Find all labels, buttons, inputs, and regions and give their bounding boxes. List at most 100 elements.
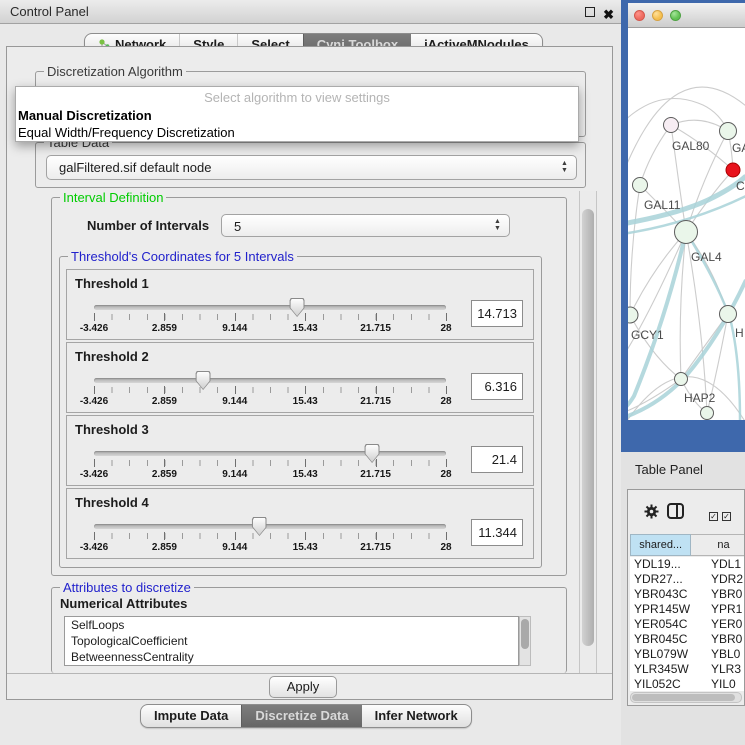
threshold-1-value[interactable]: 14.713 — [471, 300, 523, 327]
close-traffic-light-icon[interactable] — [634, 10, 645, 21]
panel-vertical-scrollbar[interactable] — [579, 191, 597, 673]
threshold-1-row: Threshold 1 -3.426 2.859 9.144 15.43 21.… — [66, 269, 534, 340]
tick-label: 28 — [440, 542, 451, 553]
numerical-attributes-list[interactable]: SelfLoops TopologicalCoefficient Between… — [64, 616, 519, 666]
table-row[interactable]: YBL079WYBL0 — [630, 647, 744, 662]
threshold-3-value[interactable]: 21.4 — [471, 446, 523, 473]
threshold-2-value[interactable]: 6.316 — [471, 373, 523, 400]
network-canvas[interactable]: GAL80 GA C GAL11 GAL4 GCY1 H HAP2 — [628, 28, 745, 420]
tick-label: 21.715 — [360, 542, 391, 553]
threshold-1-slider[interactable]: -3.426 2.859 9.144 15.43 21.715 28 — [94, 301, 446, 337]
node-label: GCY1 — [631, 328, 664, 342]
apply-button[interactable]: Apply — [269, 676, 337, 698]
network-graph: GAL80 GA C GAL11 GAL4 GCY1 H HAP2 — [628, 28, 745, 420]
thresholds-group-label: Threshold's Coordinates for 5 Intervals — [68, 249, 297, 264]
list-item[interactable]: SelfLoops — [65, 617, 518, 633]
tick-label: -3.426 — [80, 469, 108, 480]
list-item[interactable]: TopologicalCoefficient — [65, 633, 518, 649]
gear-icon[interactable] — [644, 504, 659, 519]
node-gal11[interactable] — [633, 178, 648, 193]
network-view-window: GAL80 GA C GAL11 GAL4 GCY1 H HAP2 — [621, 0, 745, 452]
interval-definition-label: Interval Definition — [60, 190, 166, 205]
tick-label: 15.43 — [293, 469, 318, 480]
table-data-group: Table Data galFiltered.sif default node … — [35, 142, 586, 188]
number-of-intervals-select[interactable]: 5 ▲▼ — [221, 214, 510, 237]
table-row[interactable]: YDR27...YDR2 — [630, 572, 744, 587]
table-row[interactable]: YBR045CYBR0 — [630, 632, 744, 647]
dropdown-placeholder-option[interactable]: Select algorithm to view settings — [16, 87, 578, 107]
list-item[interactable]: BetweennessCentrality — [65, 649, 518, 665]
control-panel-title: Control Panel — [10, 4, 89, 19]
table-row[interactable]: YLR345WYLR3 — [630, 662, 744, 677]
tab-infer-network[interactable]: Infer Network — [362, 705, 471, 727]
tick-label: 28 — [440, 323, 451, 334]
control-panel-titlebar: Control Panel ✖ — [0, 0, 621, 24]
number-of-intervals-label: Number of Intervals — [87, 218, 209, 233]
tick-label: 28 — [440, 396, 451, 407]
float-window-icon[interactable] — [585, 7, 595, 17]
tick-label: 21.715 — [360, 323, 391, 334]
slider-track[interactable] — [94, 378, 446, 383]
slider-track[interactable] — [94, 524, 446, 529]
control-panel-window: Control Panel ✖ Network Style Select Cyn… — [0, 0, 621, 745]
combo-arrows-icon: ▲▼ — [493, 218, 502, 232]
node-top-right[interactable] — [720, 123, 737, 140]
threshold-1-label: Threshold 1 — [75, 276, 149, 291]
node-gcy1[interactable] — [628, 307, 638, 323]
node-label: GAL11 — [644, 198, 681, 212]
node-hap2[interactable] — [675, 373, 688, 386]
node-red-selected[interactable] — [726, 163, 740, 177]
dropdown-option-equal-width-frequency[interactable]: Equal Width/Frequency Discretization — [16, 124, 578, 141]
algorithm-dropdown-popup: Select algorithm to view settings Manual… — [15, 86, 579, 142]
attributes-group: Attributes to discretize Numerical Attri… — [51, 587, 567, 673]
node-bottom[interactable] — [701, 407, 714, 420]
slider-ticks — [94, 460, 446, 466]
table-body: YDL19...YDL1 YDR27...YDR2 YBR043CYBR0 YP… — [630, 557, 744, 691]
threshold-3-row: Threshold 3 -3.426 2.859 9.144 15.43 21.… — [66, 415, 534, 486]
table-row[interactable]: YBR043CYBR0 — [630, 587, 744, 602]
node-gal80[interactable] — [664, 118, 679, 133]
table-row[interactable]: YER054CYER0 — [630, 617, 744, 632]
table-data-select[interactable]: galFiltered.sif default node ▲▼ — [46, 155, 577, 180]
cyni-toolbox-panel: Discretization Algorithm ▲▼ Table Data g… — [6, 46, 613, 700]
tick-label: 21.715 — [360, 469, 391, 480]
table-row[interactable]: YPR145WYPR1 — [630, 602, 744, 617]
tab-impute-data[interactable]: Impute Data — [141, 705, 241, 727]
column-header-shared-name[interactable]: shared... — [630, 534, 691, 556]
cyni-bottom-tabbar: Impute Data Discretize Data Infer Networ… — [140, 704, 472, 728]
slider-track[interactable] — [94, 451, 446, 456]
attributes-list-scrollbar[interactable] — [519, 616, 531, 666]
checkbox-icon[interactable]: ✓ — [709, 512, 718, 521]
thresholds-group: Threshold's Coordinates for 5 Intervals … — [59, 256, 542, 568]
minimize-traffic-light-icon[interactable] — [652, 10, 663, 21]
tab-discretize-data[interactable]: Discretize Data — [241, 705, 361, 727]
tick-label: -3.426 — [80, 396, 108, 407]
node-h[interactable] — [720, 306, 737, 323]
dropdown-option-manual-discretization[interactable]: Manual Discretization — [16, 107, 578, 124]
table-horizontal-scrollbar[interactable] — [630, 692, 742, 703]
combo-arrows-icon: ▲▼ — [560, 160, 569, 174]
tick-label: 15.43 — [293, 542, 318, 553]
column-header-name[interactable]: na — [691, 534, 744, 556]
checkbox-icon[interactable]: ✓ — [722, 512, 731, 521]
threshold-3-slider[interactable]: -3.426 2.859 9.144 15.43 21.715 28 — [94, 447, 446, 483]
tick-label: 2.859 — [152, 396, 177, 407]
zoom-traffic-light-icon[interactable] — [670, 10, 681, 21]
table-row[interactable]: YDL19...YDL1 — [630, 557, 744, 572]
threshold-4-value[interactable]: 11.344 — [471, 519, 523, 546]
slider-track[interactable] — [94, 305, 446, 310]
threshold-2-slider[interactable]: -3.426 2.859 9.144 15.43 21.715 28 — [94, 374, 446, 410]
threshold-2-label: Threshold 2 — [75, 349, 149, 364]
network-thick-edges — [628, 176, 745, 420]
node-label: C — [736, 179, 745, 193]
threshold-4-label: Threshold 4 — [75, 495, 149, 510]
table-row[interactable]: YIL052CYIL0 — [630, 677, 744, 691]
columns-icon[interactable] — [667, 503, 684, 519]
threshold-4-slider[interactable]: -3.426 2.859 9.144 15.43 21.715 28 — [94, 520, 446, 556]
tick-label: 9.144 — [222, 469, 247, 480]
close-icon[interactable]: ✖ — [603, 3, 614, 26]
node-gal4[interactable] — [675, 221, 698, 244]
tick-label: 15.43 — [293, 396, 318, 407]
panel-separator — [7, 673, 612, 674]
network-nodes[interactable] — [628, 118, 740, 420]
